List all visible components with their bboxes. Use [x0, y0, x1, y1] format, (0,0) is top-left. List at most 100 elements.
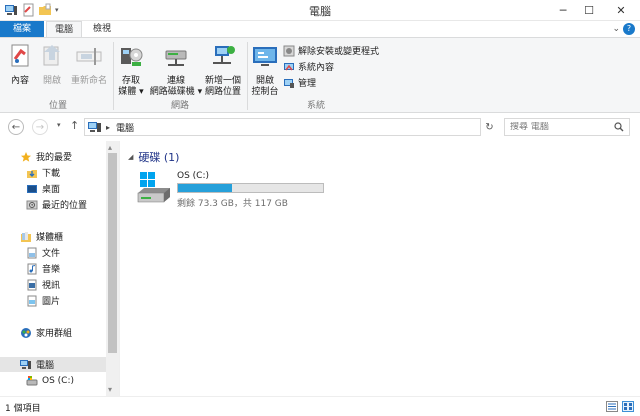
uninstall-program-button[interactable]: 解除安裝或變更程式 [283, 44, 379, 57]
star-icon [21, 151, 31, 162]
nav-libraries-label: 媒體櫃 [36, 233, 64, 243]
downloads-icon [27, 169, 37, 178]
tab-computer[interactable]: 電腦 [46, 21, 82, 38]
search-icon[interactable] [614, 122, 624, 132]
system-properties-icon [284, 62, 294, 70]
nav-downloads[interactable]: 下載 [0, 165, 106, 180]
address-bar[interactable]: ▸ 電腦 ⌄ [84, 118, 498, 136]
manage-label: 管理 [298, 79, 317, 89]
up-button[interactable]: ↑ [70, 119, 79, 132]
map-drive-label-1: 連線 [166, 76, 185, 86]
navigation-pane: 我的最愛 下載 桌面 最近的位置 媒體櫃 文件 音樂 視訊 圖片 家用群組 電腦 [0, 141, 120, 396]
nav-favorites[interactable]: 我的最愛 [0, 149, 106, 164]
drive-free-space: 剩餘 73.3 GB，共 117 GB [177, 199, 288, 209]
breadcrumb-location[interactable]: 電腦 [116, 121, 134, 134]
hard-drive-icon [137, 172, 170, 203]
drive-name: OS (C:) [177, 171, 209, 181]
location-group-label: 位置 [48, 101, 67, 111]
nav-music-label: 音樂 [42, 265, 61, 275]
network-drive-icon [165, 50, 187, 66]
manage-button[interactable]: 管理 [283, 76, 316, 89]
address-row: ← → ▾ ↑ ▸ 電腦 ⌄ ↻ [0, 113, 640, 141]
nav-pictures[interactable]: 圖片 [0, 293, 106, 308]
search-box[interactable] [504, 118, 630, 136]
large-icons-view-icon[interactable] [622, 401, 634, 412]
add-network-location-button[interactable]: 新增一個 網路位置 [202, 42, 244, 98]
open-button[interactable]: 開啟 [38, 42, 66, 87]
nav-homegroup[interactable]: 家用群組 [0, 325, 106, 340]
nav-os-drive-label: OS (C:) [42, 375, 74, 386]
close-button[interactable]: ✕ [602, 0, 640, 20]
scroll-down-icon[interactable]: ▾ [108, 385, 112, 394]
access-media-button[interactable]: 存取 媒體 ▾ [116, 42, 146, 98]
manage-icon [284, 78, 294, 88]
control-panel-icon [253, 47, 277, 66]
scrollbar-thumb[interactable] [108, 153, 117, 353]
control-panel-label-2: 控制台 [251, 87, 279, 97]
uninstall-label: 解除安裝或變更程式 [298, 47, 380, 57]
rename-label: 重新命名 [70, 76, 107, 86]
refresh-button[interactable]: ↻ [480, 118, 498, 136]
maximize-button[interactable]: ☐ [576, 0, 602, 20]
nav-recent-label: 最近的位置 [42, 201, 88, 211]
nav-os-drive[interactable]: OS (C:) [0, 373, 106, 388]
nav-documents[interactable]: 文件 [0, 245, 106, 260]
nav-pictures-label: 圖片 [42, 297, 61, 307]
nav-videos[interactable]: 視訊 [0, 277, 106, 292]
nav-documents-label: 文件 [42, 249, 61, 259]
status-bar: 1 個項目 [0, 396, 640, 416]
rename-large-icon [76, 48, 102, 65]
desktop-icon [27, 184, 37, 193]
collapse-group-icon[interactable]: ◢ [128, 153, 133, 161]
content-pane: ◢ 硬碟 (1) OS (C:) 剩餘 73.3 GB，共 117 GB [120, 141, 640, 396]
window-title: 電腦 [309, 5, 331, 18]
hard-drives-group-header[interactable]: ◢ 硬碟 (1) [128, 149, 179, 165]
nav-computer[interactable]: 電腦 [0, 357, 106, 372]
drive-item-os[interactable]: OS (C:) 剩餘 73.3 GB，共 117 GB [136, 171, 336, 211]
open-control-panel-button[interactable]: 開啟 控制台 [250, 42, 280, 98]
system-group-label: 系統 [306, 101, 325, 111]
search-input[interactable] [510, 122, 610, 132]
details-view-icon[interactable] [606, 401, 618, 412]
videos-icon [27, 279, 37, 290]
ribbon: 內容 開啟 重新命名 位置 存取 媒體 ▾ 連線 網路磁碟機 ▾ 新增一個 網路… [0, 37, 640, 113]
group-title: 硬碟 (1) [138, 151, 180, 164]
title-bar: ▾ 電腦 ─ ☐ ✕ [0, 0, 640, 21]
nav-scrollbar[interactable]: ▴ ▾ [106, 141, 119, 396]
documents-icon [27, 247, 37, 258]
system-properties-button[interactable]: 系統內容 [283, 60, 334, 73]
properties-label: 內容 [10, 76, 29, 86]
ribbon-separator [113, 42, 114, 110]
tab-file[interactable]: 檔案 [0, 21, 44, 38]
nav-libraries[interactable]: 媒體櫃 [0, 229, 106, 244]
computer-icon [88, 122, 101, 132]
add-location-label-1: 新增一個 [204, 76, 241, 86]
drive-usage-fill [178, 184, 233, 192]
uninstall-icon [283, 45, 295, 56]
libraries-icon [21, 231, 31, 242]
add-location-label-2: 網路位置 [204, 87, 241, 97]
item-count: 1 個項目 [5, 404, 41, 414]
map-network-drive-button[interactable]: 連線 網路磁碟機 ▾ [148, 42, 204, 98]
open-label: 開啟 [42, 76, 61, 86]
back-button[interactable]: ← [8, 119, 24, 135]
recent-locations-icon[interactable]: ▾ [57, 121, 61, 129]
nav-recent-places[interactable]: 最近的位置 [0, 197, 106, 212]
scroll-up-icon[interactable]: ▴ [108, 143, 112, 152]
nav-music[interactable]: 音樂 [0, 261, 106, 276]
nav-videos-label: 視訊 [42, 281, 61, 291]
tab-view[interactable]: 檢視 [84, 21, 120, 38]
minimize-button[interactable]: ─ [550, 0, 576, 20]
forward-button[interactable]: → [32, 119, 48, 135]
help-icon[interactable]: ? [623, 23, 635, 35]
system-properties-label: 系統內容 [298, 63, 335, 73]
nav-desktop[interactable]: 桌面 [0, 181, 106, 196]
ribbon-collapse-icon[interactable]: ⌄ [612, 24, 620, 34]
rename-button[interactable]: 重新命名 [68, 42, 110, 87]
properties-button[interactable]: 內容 [6, 42, 34, 87]
control-panel-label-1: 開啟 [255, 76, 274, 86]
map-drive-label-2: 網路磁碟機 ▾ [149, 87, 203, 97]
drive-icon [26, 375, 38, 385]
music-icon [27, 263, 37, 274]
breadcrumb-chevron-icon[interactable]: ▸ [106, 123, 110, 132]
